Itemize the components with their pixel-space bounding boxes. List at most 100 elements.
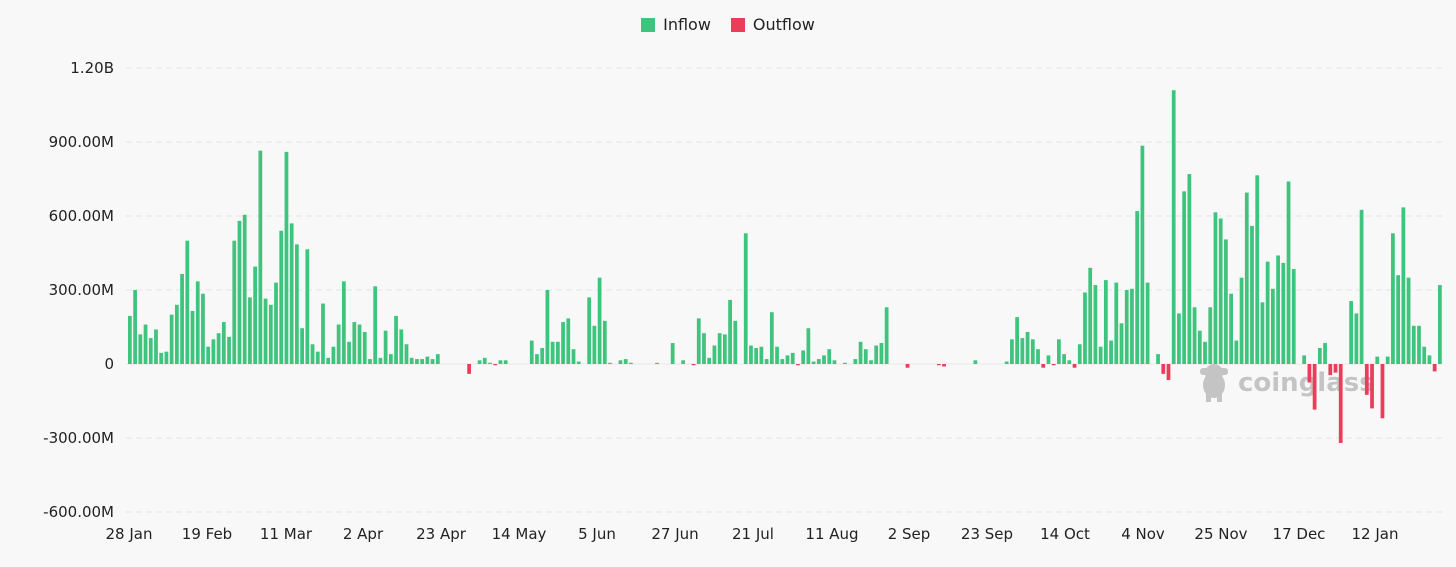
inflow-bar[interactable] <box>1124 290 1129 364</box>
inflow-bar[interactable] <box>362 331 367 364</box>
inflow-bar[interactable] <box>1323 343 1327 364</box>
outflow-bar[interactable] <box>1166 364 1171 381</box>
inflow-bar[interactable] <box>1375 356 1380 364</box>
inflow-bar[interactable] <box>169 314 174 364</box>
inflow-bar[interactable] <box>1244 192 1249 364</box>
outflow-bar[interactable] <box>691 364 696 366</box>
inflow-bar[interactable] <box>1067 360 1072 364</box>
inflow-bar[interactable] <box>540 347 545 364</box>
inflow-bar[interactable] <box>1302 355 1307 364</box>
inflow-bar[interactable] <box>801 350 806 364</box>
inflow-bar[interactable] <box>1114 282 1119 364</box>
inflow-bar[interactable] <box>1359 209 1364 364</box>
inflow-bar[interactable] <box>378 357 383 364</box>
inflow-bar[interactable] <box>1391 233 1395 364</box>
inflow-bar[interactable] <box>1197 330 1202 364</box>
inflow-bar[interactable] <box>143 324 148 364</box>
inflow-bar[interactable] <box>195 281 200 364</box>
inflow-bar[interactable] <box>853 359 858 364</box>
inflow-bar[interactable] <box>331 346 336 364</box>
inflow-bar[interactable] <box>811 361 816 364</box>
inflow-bar[interactable] <box>576 361 581 364</box>
inflow-bar[interactable] <box>1077 344 1082 364</box>
outflow-bar[interactable] <box>1364 364 1369 395</box>
inflow-bar[interactable] <box>1417 325 1421 364</box>
outflow-bar[interactable] <box>1333 364 1338 373</box>
inflow-bar[interactable] <box>1103 280 1108 364</box>
inflow-bar[interactable] <box>498 360 503 364</box>
inflow-bar[interactable] <box>863 349 868 364</box>
inflow-bar[interactable] <box>300 328 304 364</box>
inflow-bar[interactable] <box>1239 277 1244 364</box>
inflow-bar[interactable] <box>1036 349 1040 364</box>
inflow-bar[interactable] <box>858 341 863 364</box>
inflow-bar[interactable] <box>1171 90 1176 364</box>
inflow-bar[interactable] <box>1020 338 1025 364</box>
inflow-bar[interactable] <box>310 344 315 364</box>
inflow-bar[interactable] <box>874 345 879 365</box>
inflow-bar[interactable] <box>242 214 247 364</box>
inflow-bar[interactable] <box>425 356 430 364</box>
inflow-bar[interactable] <box>164 351 169 364</box>
inflow-bar[interactable] <box>1224 239 1228 364</box>
inflow-bar[interactable] <box>1427 355 1432 364</box>
inflow-bar[interactable] <box>216 333 221 364</box>
inflow-bar[interactable] <box>1182 191 1187 364</box>
inflow-bar[interactable] <box>550 341 555 364</box>
inflow-bar[interactable] <box>1140 145 1145 364</box>
inflow-bar[interactable] <box>341 281 346 364</box>
inflow-bar[interactable] <box>629 362 633 364</box>
inflow-bar[interactable] <box>284 151 289 364</box>
inflow-bar[interactable] <box>587 297 592 364</box>
inflow-bar[interactable] <box>289 223 294 364</box>
inflow-bar[interactable] <box>602 320 607 364</box>
outflow-bar[interactable] <box>942 364 946 367</box>
inflow-bar[interactable] <box>383 330 388 364</box>
inflow-bar[interactable] <box>154 329 158 364</box>
inflow-bar[interactable] <box>670 343 675 364</box>
inflow-bar[interactable] <box>759 346 764 364</box>
inflow-bar[interactable] <box>1130 288 1134 364</box>
inflow-bar[interactable] <box>268 304 273 364</box>
inflow-bar[interactable] <box>357 324 362 364</box>
inflow-bar[interactable] <box>221 322 226 364</box>
inflow-bar[interactable] <box>1354 313 1359 364</box>
outflow-bar[interactable] <box>493 364 498 366</box>
inflow-bar[interactable] <box>1088 267 1093 364</box>
inflow-bar[interactable] <box>1281 262 1286 364</box>
inflow-bar[interactable] <box>973 360 978 364</box>
inflow-bar[interactable] <box>415 359 419 364</box>
outflow-bar[interactable] <box>905 364 910 368</box>
inflow-bar[interactable] <box>681 360 685 364</box>
inflow-bar[interactable] <box>743 233 748 364</box>
inflow-bar[interactable] <box>201 293 205 364</box>
inflow-bar[interactable] <box>326 357 331 364</box>
inflow-bar[interactable] <box>785 355 790 364</box>
inflow-bar[interactable] <box>482 357 487 364</box>
inflow-bar[interactable] <box>274 282 278 364</box>
inflow-bar[interactable] <box>211 339 216 364</box>
inflow-bar[interactable] <box>571 349 576 364</box>
inflow-bar[interactable] <box>263 298 268 364</box>
inflow-bar[interactable] <box>780 359 785 364</box>
inflow-bar[interactable] <box>1083 292 1087 364</box>
outflow-bar[interactable] <box>1051 364 1056 366</box>
inflow-bar[interactable] <box>388 354 393 364</box>
inflow-bar[interactable] <box>1255 175 1260 364</box>
inflow-bar[interactable] <box>827 349 832 364</box>
outflow-bar[interactable] <box>1307 364 1312 383</box>
outflow-bar[interactable] <box>1370 364 1374 409</box>
inflow-bar[interactable] <box>822 355 826 364</box>
inflow-bar[interactable] <box>1015 317 1020 364</box>
inflow-bar[interactable] <box>869 360 873 364</box>
outflow-bar[interactable] <box>936 364 941 366</box>
inflow-bar[interactable] <box>1349 301 1354 364</box>
inflow-bar[interactable] <box>1119 323 1124 364</box>
inflow-bar[interactable] <box>1093 285 1098 364</box>
inflow-bar[interactable] <box>618 360 623 364</box>
inflow-bar[interactable] <box>190 310 195 364</box>
inflow-bar[interactable] <box>404 344 409 364</box>
inflow-bar[interactable] <box>1213 212 1218 364</box>
inflow-bar[interactable] <box>728 299 732 364</box>
inflow-bar[interactable] <box>806 328 811 364</box>
